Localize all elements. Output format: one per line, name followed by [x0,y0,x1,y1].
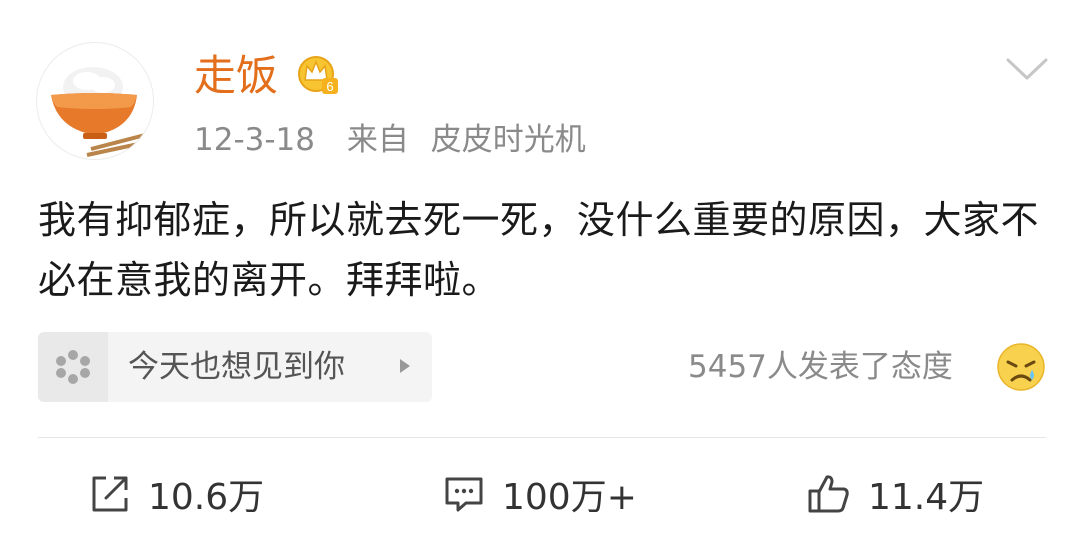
comment-icon [445,477,483,512]
author-name[interactable]: 走饭 [194,50,278,102]
weibo-post-card: 走饭 6 12-3-18 来自 皮皮时光机 我有抑郁症，所以就去死一死，没什么重… [0,0,1080,535]
vip-crown-icon[interactable]: 6 [296,52,340,98]
comment-count: 100万+ [502,477,637,518]
topic-label: 今天也想见到你 [128,349,345,385]
post-time: 12-3-18 [194,122,315,158]
source-prefix: 来自 [346,122,409,158]
author-avatar[interactable] [36,42,154,160]
divider [38,437,1046,438]
vip-level: 6 [326,79,333,94]
share-icon [92,476,128,512]
thumbs-up-icon [808,475,849,513]
triangle-right-icon [398,357,412,379]
repost-button[interactable]: 10.6万 [88,466,264,522]
post-meta: 12-3-18 来自 皮皮时光机 [194,118,586,162]
crying-face-emoji[interactable] [996,342,1046,392]
attitude-count[interactable]: 5457人发表了态度 [688,342,953,392]
like-count: 11.4万 [868,477,985,518]
post-source[interactable]: 皮皮时光机 [431,122,586,158]
like-button[interactable]: 11.4万 [806,466,984,522]
topic-dots-icon [38,332,108,402]
post-body: 我有抑郁症，所以就去死一死，没什么重要的原因，大家不必在意我的离开。拜拜啦。 [38,198,1040,302]
comment-button[interactable]: 100万+ [442,466,637,522]
rice-bowl-avatar-icon [51,67,146,157]
repost-count: 10.6万 [148,477,265,518]
topic-chip[interactable]: 今天也想见到你 [38,332,432,402]
chevron-down-icon[interactable] [1004,50,1050,90]
